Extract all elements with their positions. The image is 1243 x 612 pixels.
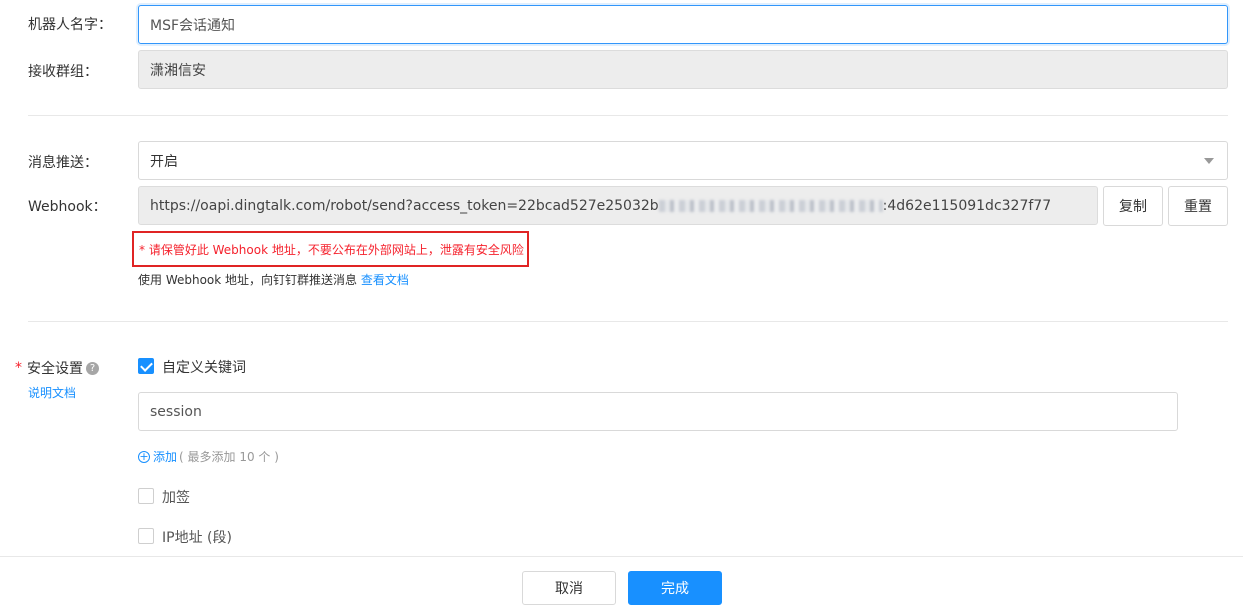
push-value: 开启: [150, 153, 178, 170]
group-label: 接收群组：: [28, 64, 98, 80]
copy-button[interactable]: 复制: [1103, 186, 1163, 226]
chevron-down-icon: [1204, 157, 1214, 164]
webhook-label: Webhook：: [28, 199, 107, 215]
add-keyword-hint: ( 最多添加 10 个 ): [179, 450, 279, 464]
add-keyword-link[interactable]: 添加: [153, 448, 177, 465]
keyword-input[interactable]: session: [138, 392, 1178, 431]
required-mark: *: [15, 360, 22, 376]
view-docs-link[interactable]: 查看文档: [361, 273, 409, 287]
help-icon[interactable]: ?: [86, 361, 99, 375]
webhook-token-redacted: [658, 199, 883, 212]
push-select[interactable]: 开启: [138, 141, 1228, 180]
section-divider-1: [28, 115, 1228, 116]
robot-name-value: MSF会话通知: [150, 17, 236, 34]
webhook-url-prefix: https://oapi.dingtalk.com/robot/send?acc…: [150, 197, 659, 214]
section-divider-2: [28, 321, 1228, 322]
security-help-link[interactable]: 说明文档: [28, 384, 76, 401]
sign-checkbox[interactable]: [138, 488, 154, 504]
ip-checkbox[interactable]: [138, 528, 154, 544]
group-field: 潇湘信安: [138, 50, 1228, 89]
sign-label: 加签: [162, 490, 190, 506]
robot-name-input[interactable]: MSF会话通知: [138, 5, 1228, 44]
webhook-usage: 使用 Webhook 地址，向钉钉群推送消息 查看文档: [138, 271, 409, 288]
webhook-warning-box: * 请保管好此 Webhook 地址，不要公布在外部网站上，泄露有安全风险: [132, 231, 529, 267]
security-label: 安全设置: [27, 361, 83, 377]
group-value: 潇湘信安: [150, 62, 206, 79]
push-label: 消息推送：: [28, 155, 98, 171]
keyword-checkbox[interactable]: [138, 358, 154, 374]
webhook-usage-text: 使用 Webhook 地址，向钉钉群推送消息: [138, 273, 358, 287]
webhook-url-field[interactable]: https://oapi.dingtalk.com/robot/send?acc…: [138, 186, 1098, 225]
security-label-row: * 安全设置 ?: [15, 358, 99, 378]
done-button[interactable]: 完成: [628, 571, 722, 605]
robot-name-label: 机器人名字：: [28, 17, 112, 33]
footer-bar: [0, 556, 1243, 612]
add-keyword-row: + 添加 ( 最多添加 10 个 ): [138, 448, 279, 465]
keyword-value: session: [150, 403, 202, 420]
ip-label: IP地址 (段): [162, 530, 232, 546]
reset-button[interactable]: 重置: [1168, 186, 1228, 226]
add-circle-icon[interactable]: +: [138, 450, 150, 463]
webhook-warning-text: * 请保管好此 Webhook 地址，不要公布在外部网站上，泄露有安全风险: [139, 242, 524, 257]
cancel-button[interactable]: 取消: [522, 571, 616, 605]
webhook-url-suffix: :4d62e115091dc327f77: [882, 197, 1052, 214]
keyword-label: 自定义关键词: [162, 360, 246, 376]
